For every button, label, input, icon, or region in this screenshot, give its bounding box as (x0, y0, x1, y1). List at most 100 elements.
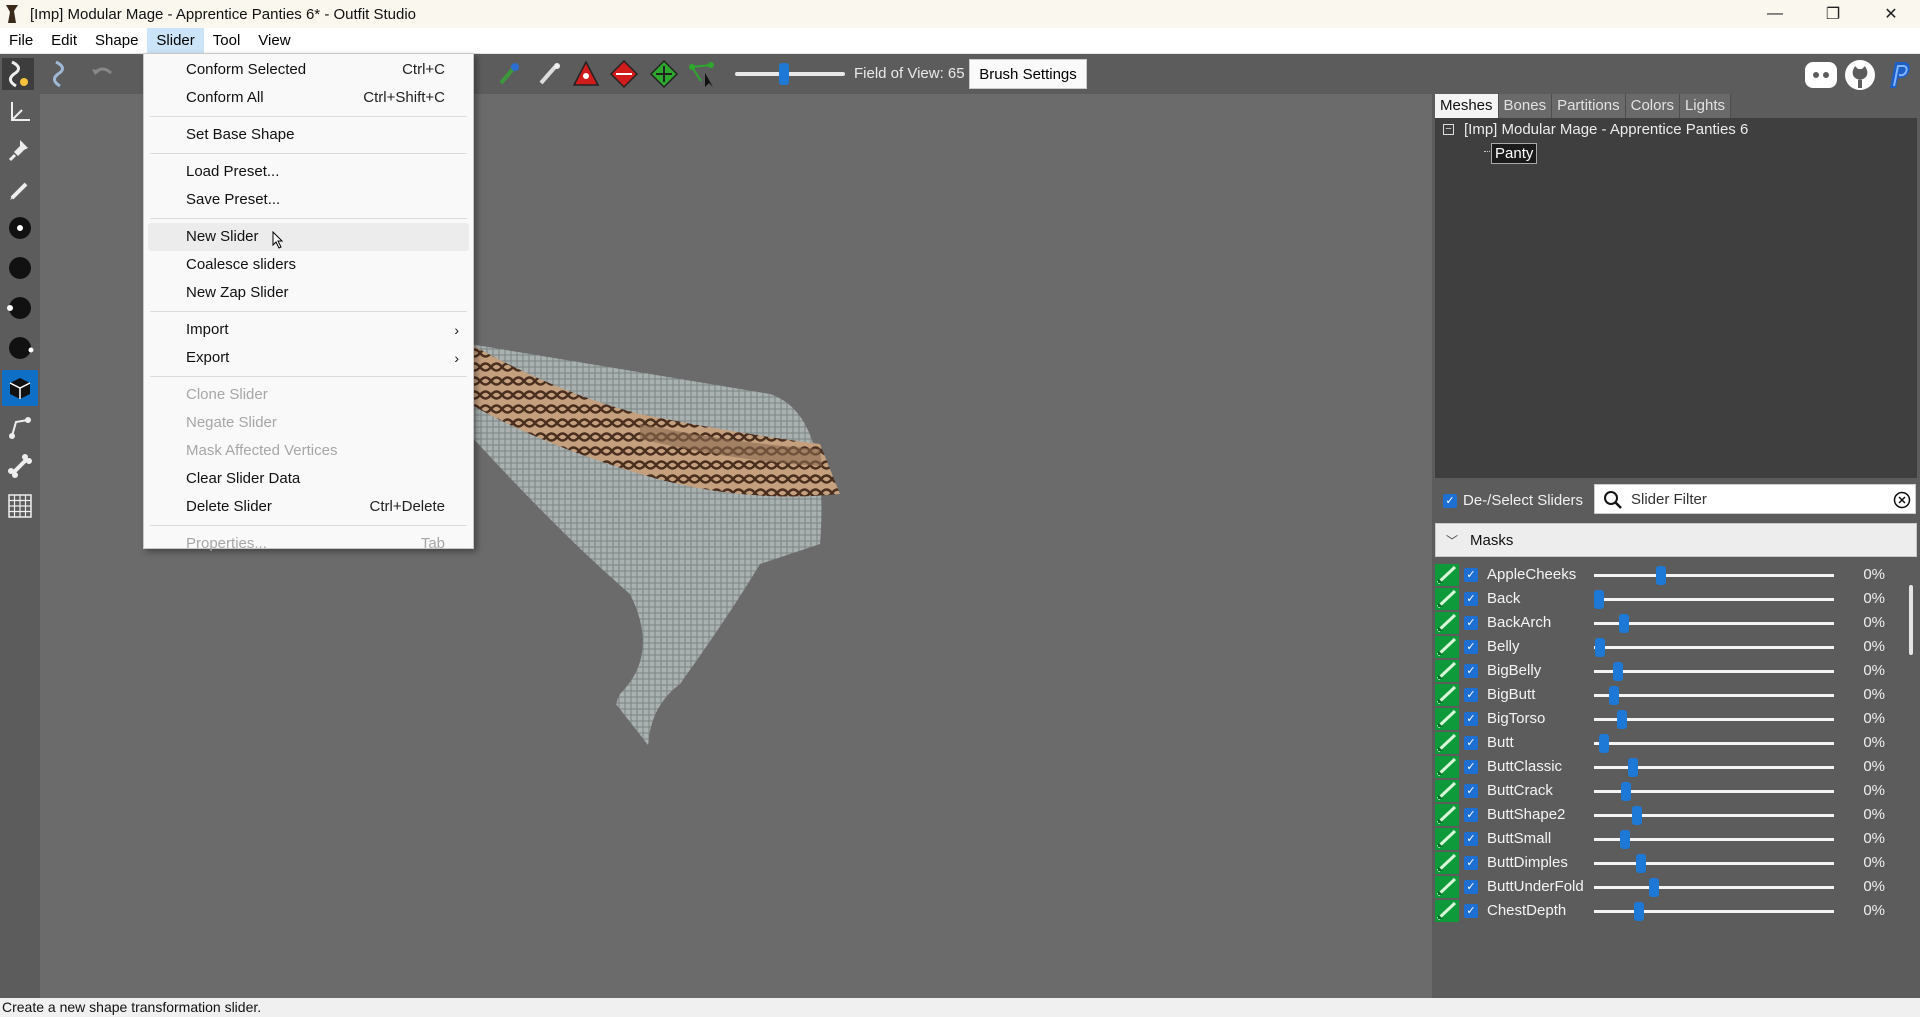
pin-icon[interactable] (2, 132, 38, 168)
paint-brush-icon[interactable] (534, 58, 566, 90)
inflate-brush-icon[interactable] (494, 58, 526, 90)
slider-value[interactable]: 0% (1839, 587, 1891, 611)
minimize-button[interactable]: — (1746, 0, 1804, 28)
slider-track[interactable] (1594, 670, 1834, 673)
menu-slider[interactable]: Slider (147, 27, 204, 54)
tab-colors[interactable]: Colors (1625, 94, 1680, 118)
slider-thumb[interactable] (1594, 590, 1604, 609)
clear-search-icon[interactable] (1893, 491, 1911, 509)
tab-meshes[interactable]: Meshes (1435, 94, 1499, 118)
axes-icon[interactable] (2, 94, 38, 130)
close-button[interactable]: ✕ (1862, 0, 1920, 28)
split-vertex-icon[interactable] (648, 58, 680, 90)
slider-track[interactable] (1594, 694, 1834, 697)
slider-thumb[interactable] (1632, 806, 1642, 825)
brush-large-icon[interactable] (2, 290, 38, 326)
brush-settings-button[interactable]: Brush Settings (969, 59, 1087, 89)
menu-item-delete-slider[interactable]: Delete Slider Ctrl+Delete (144, 493, 473, 521)
grid-icon[interactable] (2, 488, 38, 524)
slider-checkbox-icon[interactable]: ✓ (1464, 736, 1478, 750)
slider-thumb[interactable] (1617, 710, 1627, 729)
slider-checkbox-icon[interactable]: ✓ (1464, 856, 1478, 870)
menu-item-import[interactable]: Import › (144, 316, 473, 344)
pencil-icon[interactable] (2, 172, 38, 208)
paypal-icon[interactable] (1882, 58, 1916, 92)
slider-track[interactable] (1594, 838, 1834, 841)
checkbox-checked-icon[interactable]: ✓ (1443, 493, 1457, 508)
select-brush-icon[interactable] (2, 58, 34, 90)
menu-item-properties[interactable]: Properties... Tab (144, 530, 473, 558)
slider-value[interactable]: 0% (1839, 851, 1891, 875)
menu-item-mask-affected-vertices[interactable]: Mask Affected Vertices (144, 437, 473, 465)
slider-checkbox-icon[interactable]: ✓ (1464, 760, 1478, 774)
slider-checkbox-icon[interactable]: ✓ (1464, 880, 1478, 894)
tab-bones[interactable]: Bones (1498, 94, 1553, 118)
github-icon[interactable] (1843, 58, 1877, 92)
slider-thumb[interactable] (1620, 830, 1630, 849)
menu-item-new-zap-slider[interactable]: New Zap Slider (144, 279, 473, 307)
transform-brush-icon[interactable] (46, 58, 78, 90)
slider-thumb[interactable] (1628, 758, 1638, 777)
brush-xlarge-icon[interactable] (2, 330, 38, 366)
menu-tool[interactable]: Tool (204, 28, 250, 54)
menu-view[interactable]: View (249, 28, 299, 54)
slider-value[interactable]: 0% (1839, 683, 1891, 707)
slider-thumb[interactable] (1613, 662, 1623, 681)
slider-checkbox-icon[interactable]: ✓ (1464, 808, 1478, 822)
deselect-sliders-toggle[interactable]: ✓ De-/Select Sliders (1443, 492, 1583, 509)
mask-paint-icon[interactable] (1435, 708, 1459, 730)
menu-item-clear-slider-data[interactable]: Clear Slider Data (144, 465, 473, 493)
mask-paint-icon[interactable] (1435, 756, 1459, 778)
slider-track[interactable] (1594, 814, 1834, 817)
slider-track[interactable] (1594, 886, 1834, 889)
slider-checkbox-icon[interactable]: ✓ (1464, 832, 1478, 846)
brush-medium-icon[interactable] (2, 250, 38, 286)
slider-value[interactable]: 0% (1839, 731, 1891, 755)
slider-checkbox-icon[interactable]: ✓ (1464, 592, 1478, 606)
menu-item-new-slider[interactable]: New Slider (148, 223, 469, 251)
mask-paint-icon[interactable] (1435, 804, 1459, 826)
slider-value[interactable]: 0% (1839, 803, 1891, 827)
slider-checkbox-icon[interactable]: ✓ (1464, 664, 1478, 678)
undo-icon[interactable] (86, 58, 118, 90)
mask-paint-icon[interactable] (1435, 684, 1459, 706)
menu-item-coalesce-sliders[interactable]: Coalesce sliders (144, 251, 473, 279)
segment-icon[interactable] (2, 410, 38, 446)
brush-small-icon[interactable] (2, 210, 38, 246)
collapse-icon[interactable]: − (1443, 124, 1454, 135)
slider-checkbox-icon[interactable]: ✓ (1464, 640, 1478, 654)
slider-checkbox-icon[interactable]: ✓ (1464, 616, 1478, 630)
slider-thumb[interactable] (1609, 686, 1619, 705)
scrollbar-thumb[interactable] (1909, 585, 1913, 655)
slider-value[interactable]: 0% (1839, 827, 1891, 851)
menu-item-clone-slider[interactable]: Clone Slider (144, 381, 473, 409)
mask-paint-icon[interactable] (1435, 612, 1459, 634)
collapse-vertex-icon[interactable] (608, 58, 640, 90)
mask-paint-icon[interactable] (1435, 876, 1459, 898)
mask-paint-icon[interactable] (1435, 564, 1459, 586)
slider-thumb[interactable] (1649, 878, 1659, 897)
mask-paint-icon[interactable] (1435, 900, 1459, 922)
slider-value[interactable]: 0% (1839, 659, 1891, 683)
slider-checkbox-icon[interactable]: ✓ (1464, 904, 1478, 918)
slider-thumb[interactable] (1599, 734, 1609, 753)
slider-thumb[interactable] (1656, 566, 1666, 585)
slider-track[interactable] (1594, 646, 1834, 649)
menu-item-conform-selected[interactable]: Conform Selected Ctrl+C (144, 56, 473, 84)
mask-paint-icon[interactable] (1435, 828, 1459, 850)
slider-value[interactable]: 0% (1839, 635, 1891, 659)
slider-track[interactable] (1594, 598, 1834, 601)
slider-checkbox-icon[interactable]: ✓ (1464, 784, 1478, 798)
slider-track[interactable] (1594, 718, 1834, 721)
slider-value[interactable]: 0% (1839, 899, 1891, 923)
menu-item-load-preset[interactable]: Load Preset... (144, 158, 473, 186)
slider-list-scrollbar[interactable] (1905, 563, 1920, 998)
bone-icon[interactable] (2, 448, 38, 484)
cube-view-icon[interactable] (2, 370, 38, 406)
menu-item-save-preset[interactable]: Save Preset... (144, 186, 473, 214)
slider-value[interactable]: 0% (1839, 779, 1891, 803)
tree-root-node[interactable]: − [Imp] Modular Mage - Apprentice Pantie… (1443, 121, 1748, 138)
menu-file[interactable]: File (0, 28, 42, 54)
menu-item-negate-slider[interactable]: Negate Slider (144, 409, 473, 437)
slider-value[interactable]: 0% (1839, 563, 1891, 587)
